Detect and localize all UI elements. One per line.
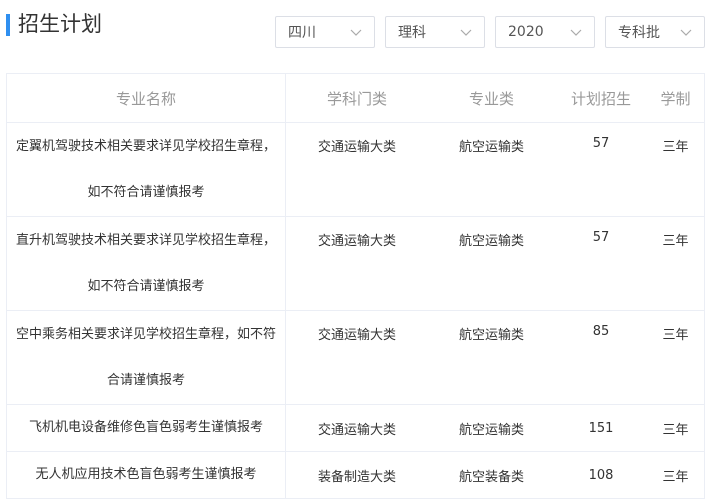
planned-enrollment-cell: 57	[592, 136, 610, 151]
header-planned-enrollment: 计划招生	[570, 89, 631, 108]
major-class-cell: 航空运输类	[458, 422, 524, 438]
table-header-row: 专业名称 学科门类 专业类 计划招生 学制	[7, 74, 704, 123]
filter-bar: 四川 理科 2020 专科批	[275, 16, 705, 48]
chevron-down-icon	[460, 29, 472, 36]
duration-cell: 三年	[662, 422, 689, 438]
year-select[interactable]: 2020	[495, 16, 595, 48]
discipline-cell: 交通运输大类	[317, 140, 396, 155]
planned-enrollment-cell: 85	[592, 324, 610, 339]
planned-enrollment-cell: 108	[588, 467, 614, 483]
chevron-down-icon	[570, 29, 582, 36]
province-select[interactable]: 四川	[275, 16, 375, 48]
page-title: 招生计划	[18, 12, 102, 36]
major-name-cell: 空中乘务相关要求详见学校招生章程，如不符合请谨慎报考	[7, 311, 286, 404]
enrollment-plan-table: 专业名称 学科门类 专业类 计划招生 学制 定翼机驾驶技术相关要求详见学校招生章…	[6, 73, 705, 499]
duration-cell: 三年	[662, 140, 689, 155]
major-name-cell: 无人机应用技术色盲色弱考生谨慎报考	[7, 452, 286, 498]
title-accent-bar	[6, 14, 10, 36]
major-class-cell: 航空运输类	[458, 328, 524, 343]
table-row: 空中乘务相关要求详见学校招生章程，如不符合请谨慎报考 交通运输大类 航空运输类 …	[7, 311, 704, 405]
discipline-cell: 交通运输大类	[317, 422, 396, 438]
duration-cell: 三年	[662, 328, 689, 343]
province-select-value: 四川	[288, 25, 316, 41]
year-select-value: 2020	[508, 24, 544, 40]
duration-cell: 三年	[662, 234, 689, 249]
major-class-cell: 航空装备类	[458, 469, 524, 485]
major-class-cell: 航空运输类	[458, 234, 524, 249]
chevron-down-icon	[680, 29, 692, 36]
subject-select-value: 理科	[398, 25, 426, 41]
major-name-cell: 直升机驾驶技术相关要求详见学校招生章程，如不符合请谨慎报考	[7, 217, 286, 310]
page-header: 招生计划 四川 理科 2020 专科批	[0, 0, 709, 70]
header-major-name: 专业名称	[7, 74, 286, 122]
header-discipline: 学科门类	[326, 89, 387, 108]
discipline-cell: 交通运输大类	[317, 234, 396, 249]
table-row: 无人机应用技术色盲色弱考生谨慎报考 装备制造大类 航空装备类 108 三年	[7, 452, 704, 498]
planned-enrollment-cell: 151	[588, 420, 614, 436]
major-name-cell: 定翼机驾驶技术相关要求详见学校招生章程，如不符合请谨慎报考	[7, 123, 286, 216]
header-major-class: 专业类	[468, 89, 514, 108]
subject-select[interactable]: 理科	[385, 16, 485, 48]
table-row: 直升机驾驶技术相关要求详见学校招生章程，如不符合请谨慎报考 交通运输大类 航空运…	[7, 217, 704, 311]
discipline-cell: 交通运输大类	[317, 328, 396, 343]
batch-select-value: 专科批	[618, 25, 660, 41]
chevron-down-icon	[350, 29, 362, 36]
header-duration: 学制	[660, 89, 691, 108]
duration-cell: 三年	[662, 469, 689, 485]
major-name-cell: 飞机机电设备维修色盲色弱考生谨慎报考	[7, 405, 286, 451]
batch-select[interactable]: 专科批	[605, 16, 705, 48]
discipline-cell: 装备制造大类	[317, 469, 396, 485]
major-class-cell: 航空运输类	[458, 140, 524, 155]
table-row: 定翼机驾驶技术相关要求详见学校招生章程，如不符合请谨慎报考 交通运输大类 航空运…	[7, 123, 704, 217]
planned-enrollment-cell: 57	[592, 230, 610, 245]
table-row: 飞机机电设备维修色盲色弱考生谨慎报考 交通运输大类 航空运输类 151 三年	[7, 405, 704, 452]
